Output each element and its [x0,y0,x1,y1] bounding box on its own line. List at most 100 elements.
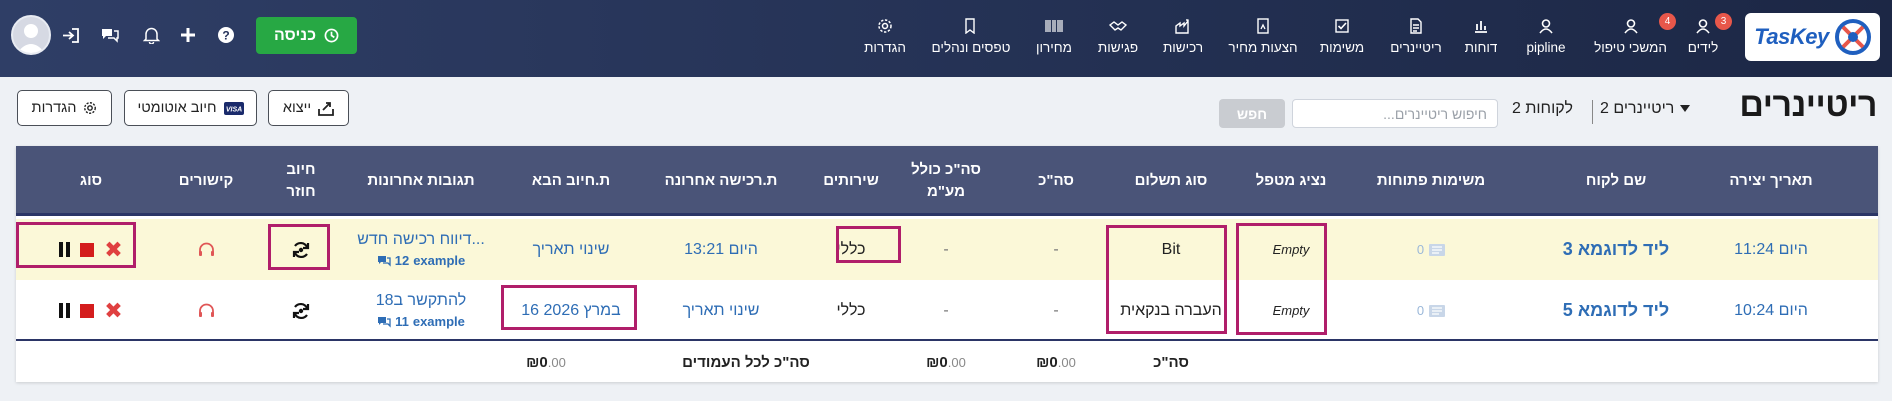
delete-icon[interactable]: ✖ [104,299,122,322]
nav-quotes[interactable]: הצעות מחיר [1228,16,1298,60]
nav-retainers[interactable]: ריטיינרים [1388,16,1444,60]
cell-open-tasks[interactable]: 0 [1356,219,1506,280]
nav-purchases[interactable]: רכישות [1160,16,1206,60]
auto-charge-button[interactable]: חיוב אוטומטי VISA [124,90,257,126]
cell-links[interactable] [156,280,256,341]
export-button[interactable]: ייצוא [268,90,349,126]
cell-recurring[interactable] [266,219,336,280]
cell-recent-comment[interactable]: להתקשר ב18 11 example [346,280,496,341]
document-list-icon [1408,16,1424,36]
table-row[interactable]: היום 10:24 ליד לדוגמא 5 0 Empty העברה בנ… [16,280,1878,341]
cell-last-purchase[interactable]: שינוי תאריך [646,280,796,341]
cell-client-link[interactable]: ליד לדוגמא 5 [1536,280,1696,341]
amount-value: 0 [539,354,548,371]
brand-logo[interactable]: TasKey [1745,13,1880,61]
nav-meetings[interactable]: פגישות [1095,16,1141,60]
currency-symbol: ₪ [926,354,940,371]
col-total-vat[interactable]: סה"כ כולל מע"מ [896,146,996,216]
header-divider [1592,100,1593,124]
task-list-icon [1429,304,1446,317]
handshake-icon [1109,16,1127,36]
col-agent[interactable]: נציג מטפל [1236,146,1346,216]
cell-open-tasks[interactable]: 0 [1356,280,1506,341]
cell-total-vat: - [943,301,949,319]
bell-icon[interactable] [140,24,162,46]
nav-tasks[interactable]: משימות [1318,16,1366,60]
cell-next-charge[interactable]: שינוי תאריך [506,219,636,280]
cell-payment-type[interactable]: Bit [1116,219,1226,280]
plus-icon[interactable] [177,24,199,46]
cell-type: ✖ [36,280,146,341]
pause-icon[interactable] [59,242,71,257]
help-icon[interactable]: ? [215,24,237,46]
cell-recent-comment[interactable]: דיווח רכישה חדש... 12 example [346,219,496,280]
leads-badge: 3 [1715,13,1732,30]
comment-meta: 11 example [377,314,465,329]
chat-icon[interactable] [99,24,121,46]
cell-payment-type[interactable]: העברה בנקאית [1116,280,1226,341]
col-open-tasks[interactable]: משימות פתוחות [1356,146,1506,216]
recurring-sync-icon [292,302,310,319]
settings-button-label: הגדרות [31,100,77,116]
cell-total: - [1053,240,1059,258]
settings-button[interactable]: הגדרות [17,90,112,126]
cell-client-link[interactable]: ליד לדוגמא 3 [1536,219,1696,280]
user-icon [1623,16,1639,36]
comment-user: example [412,314,465,329]
cell-agent[interactable]: Empty [1236,219,1346,280]
nav-reports-label: דוחות [1464,40,1498,55]
col-services[interactable]: שירותים [806,146,896,216]
cell-created: היום 11:24 [1734,240,1808,258]
col-type[interactable]: סוג [36,146,146,216]
table-header: תאריך יצירה שם לקוח משימות פתוחות נציג מ… [16,146,1878,216]
footer-total-vat-amount: ₪ 0.00 [896,343,996,382]
nav-leads[interactable]: 3 לידים [1688,13,1732,60]
enter-button[interactable]: כניסה [256,17,357,54]
delete-icon[interactable]: ✖ [104,238,122,261]
col-recent-comments[interactable]: תגובות אחרונות [346,146,496,216]
col-payment-type[interactable]: סוג תשלום [1116,146,1226,216]
search-input[interactable] [1292,99,1498,128]
cell-total: - [1053,301,1059,319]
open-tasks-indicator: 0 [1416,303,1446,318]
headset-icon [198,303,214,317]
nav-purchases-label: רכישות [1162,40,1204,55]
col-total[interactable]: סה"כ [1006,146,1106,216]
retainers-count-dropdown[interactable]: 2 ריטיינרים [1600,100,1691,118]
open-tasks-count: 0 [1416,242,1425,257]
forms-icon [963,16,979,36]
amount-value: 0 [939,354,948,371]
cell-recurring[interactable] [266,280,336,341]
cell-services[interactable]: כללי [806,280,896,341]
col-recurring-line1: חיוב [286,160,316,178]
comment-title: דיווח רכישה חדש... [357,231,485,248]
col-recurring[interactable]: חיוב חוזר [266,146,336,216]
nav-forms[interactable]: טפסים ונהלים [930,16,1012,60]
cell-agent[interactable]: Empty [1236,280,1346,341]
headset-icon [198,242,214,256]
nav-pricelist[interactable]: מחירון [1033,16,1075,60]
amount-decimals: .00 [947,355,966,370]
col-next-charge[interactable]: ת.חיוב הבא [506,146,636,216]
col-created[interactable]: תאריך יצירה [1706,146,1836,216]
nav-settings[interactable]: הגדרות [864,16,906,60]
nav-followup[interactable]: 4 המשכי טיפול [1588,13,1676,60]
table-row[interactable]: היום 11:24 ליד לדוגמא 3 0 Empty Bit - - … [16,219,1878,280]
col-links[interactable]: קישורים [156,146,256,216]
cell-links[interactable] [156,219,256,280]
nav-reports[interactable]: דוחות [1463,16,1499,60]
chat-icon [378,316,391,328]
col-last-purchase[interactable]: ת.רכישה אחרונה [646,146,796,216]
cell-last-purchase[interactable]: היום 13:21 [646,219,796,280]
nav-pipeline[interactable]: pipline [1521,16,1571,60]
col-client[interactable]: שם לקוח [1536,146,1696,216]
login-icon[interactable] [60,24,82,46]
pause-icon[interactable] [59,303,71,318]
avatar[interactable] [11,15,51,55]
stop-icon[interactable] [80,303,95,318]
cell-next-charge[interactable]: 16 במרץ 2026 [506,280,636,341]
open-tasks-count: 0 [1416,303,1425,318]
stop-icon[interactable] [80,242,95,257]
cell-services[interactable]: כללי [806,219,896,280]
search-button[interactable]: חפש [1219,99,1285,128]
